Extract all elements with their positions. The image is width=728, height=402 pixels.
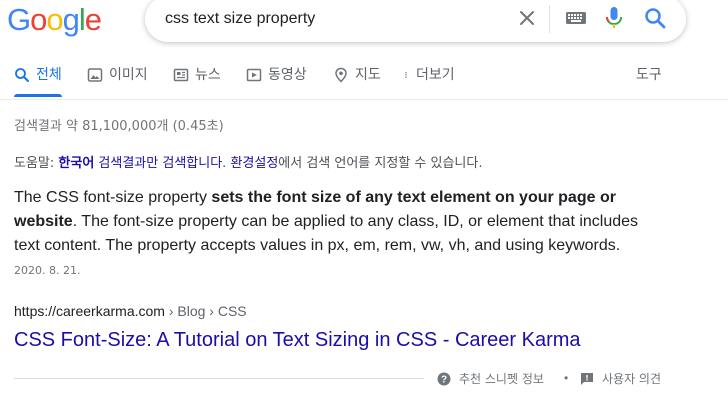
feedback-label: 사용자 의견 bbox=[602, 372, 662, 386]
footer-separator: • bbox=[564, 371, 569, 385]
feedback-button[interactable]: 사용자 의견 bbox=[580, 370, 661, 387]
snippet-part2: . The font-size property can be applied … bbox=[14, 213, 639, 254]
svg-text:?: ? bbox=[441, 374, 447, 385]
search-icon[interactable] bbox=[642, 5, 668, 31]
korean-link[interactable]: 한국어 bbox=[58, 156, 94, 171]
google-logo[interactable]: Google bbox=[7, 2, 102, 37]
keyboard-icon[interactable] bbox=[564, 6, 588, 30]
tab-label: 동영상 bbox=[268, 67, 307, 83]
tools-label: 도구 bbox=[636, 67, 662, 83]
logo-letter: o bbox=[46, 2, 63, 37]
tab-more[interactable]: 더보기 bbox=[404, 64, 455, 98]
tab-maps[interactable]: 지도 bbox=[333, 64, 381, 98]
logo-letter: G bbox=[7, 2, 31, 37]
logo-letter: e bbox=[84, 2, 102, 37]
map-pin-icon bbox=[335, 67, 347, 83]
active-tab-indicator bbox=[14, 94, 62, 97]
result-cite[interactable]: https://careerkarma.com › Blog › CSS bbox=[14, 303, 247, 319]
search-box-divider bbox=[549, 5, 550, 33]
helper-suffix: 에서 검색 언어를 지정할 수 있습니다. bbox=[278, 156, 483, 171]
footer-divider bbox=[14, 378, 424, 379]
search-tabs: 전체 이미지 뉴스 동영상 지도 더보기 도구 bbox=[0, 64, 728, 98]
tabs-divider bbox=[0, 99, 728, 100]
tab-images[interactable]: 이미지 bbox=[87, 64, 148, 98]
result-domain: https://careerkarma.com bbox=[14, 303, 165, 319]
snippet-date: 2020. 8. 21. bbox=[14, 264, 81, 277]
result-breadcrumb: › Blog › CSS bbox=[164, 303, 247, 319]
logo-letter: o bbox=[30, 2, 47, 37]
tab-label: 지도 bbox=[355, 67, 381, 83]
featured-snippet-text: The CSS font-size property sets the font… bbox=[14, 186, 644, 258]
tab-label: 뉴스 bbox=[195, 67, 221, 83]
more-vert-icon bbox=[405, 72, 407, 78]
close-icon[interactable] bbox=[515, 6, 539, 30]
search-box bbox=[145, 0, 686, 42]
tab-news[interactable]: 뉴스 bbox=[173, 64, 221, 98]
helper-prefix: 도움말: bbox=[14, 156, 59, 171]
image-icon bbox=[87, 68, 103, 82]
korean-results-link[interactable]: 검색결과만 검색합니다 bbox=[94, 156, 222, 171]
news-icon bbox=[173, 68, 189, 82]
help-icon: ? bbox=[437, 372, 451, 385]
video-icon bbox=[246, 68, 262, 82]
snippet-part1: The CSS font-size property bbox=[14, 189, 212, 206]
tab-videos[interactable]: 동영상 bbox=[246, 64, 307, 98]
result-title-link[interactable]: CSS Font-Size: A Tutorial on Text Sizing… bbox=[14, 327, 581, 353]
settings-link[interactable]: 환경설정 bbox=[230, 156, 278, 171]
tab-label: 전체 bbox=[36, 67, 62, 83]
search-input[interactable] bbox=[165, 7, 515, 31]
feedback-icon bbox=[581, 372, 593, 385]
result-stats: 검색결과 약 81,100,000개 (0.45초) bbox=[14, 119, 224, 134]
tab-label: 이미지 bbox=[109, 67, 148, 83]
about-featured-snippets[interactable]: ? 추천 스니펫 정보 bbox=[437, 370, 544, 387]
search-icon bbox=[15, 68, 29, 82]
microphone-icon[interactable] bbox=[602, 5, 626, 31]
about-snippet-label: 추천 스니펫 정보 bbox=[459, 372, 544, 386]
tab-label: 더보기 bbox=[416, 67, 455, 83]
language-helper: 도움말: 한국어 검색결과만 검색합니다. 환경설정에서 검색 언어를 지정할 … bbox=[14, 152, 482, 171]
logo-letter: g bbox=[62, 2, 80, 37]
tab-all[interactable]: 전체 bbox=[14, 64, 62, 98]
tools-button[interactable]: 도구 bbox=[636, 64, 662, 98]
